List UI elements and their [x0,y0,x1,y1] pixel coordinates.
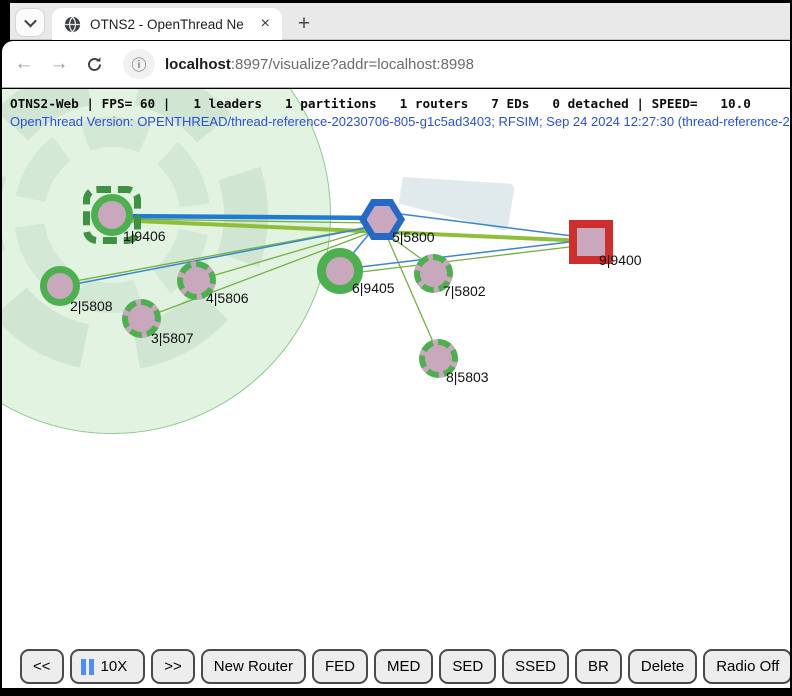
forward-icon: → [50,53,69,75]
br-button[interactable]: BR [575,649,622,684]
node-4-label: 4|5806 [206,290,249,306]
openthread-version-text: OpenThread Version: OPENTHREAD/thread-re… [10,114,790,129]
url-path: :8997/visualize?addr=localhost:8998 [231,56,474,73]
tab-strip: OTNS2 - OpenThread Ne × + [10,3,790,40]
node-7-label: 7|5802 [443,283,486,299]
tab-search-button[interactable] [15,8,45,37]
speed-up-button[interactable]: >> [151,649,195,684]
delete-button[interactable]: Delete [628,649,697,684]
tab-otns2[interactable]: OTNS2 - OpenThread Ne × [52,8,282,40]
speed-pause-button[interactable]: 10X [70,649,146,684]
url-host: localhost [165,56,231,73]
reload-button[interactable] [81,51,107,77]
info-icon: ⓘ [131,54,146,75]
simulation-status-text: OTNS2-Web | FPS= 60 | 1 leaders 1 partit… [10,96,751,111]
url-bar[interactable]: localhost:8997/visualize?addr=localhost:… [165,56,474,73]
browser-window: OTNS2 - OpenThread Ne × + ← → ⓘ localhos… [0,0,792,696]
node-2-label: 2|5808 [70,298,113,314]
node-9-label: 9|9400 [599,252,642,268]
tab-close-icon[interactable]: × [257,14,274,34]
new-tab-button[interactable]: + [290,10,318,38]
chevron-down-icon [24,15,37,28]
med-button[interactable]: MED [374,649,433,684]
simulation-canvas[interactable]: OTNS2-Web | FPS= 60 | 1 leaders 1 partit… [2,89,790,688]
speed-down-button[interactable]: << [20,649,64,684]
node-8-label: 8|5803 [446,369,489,385]
tab-title: OTNS2 - OpenThread Ne [90,17,252,32]
fed-button[interactable]: FED [312,649,368,684]
simulation-toolbar: << 10X >> New Router FED MED SED SSED BR… [20,649,790,684]
radio-off-button[interactable]: Radio Off [703,649,790,684]
reload-icon [86,56,103,73]
node-3-label: 3|5807 [151,330,194,346]
sed-button[interactable]: SED [439,649,496,684]
node-1-label: 1|9406 [123,228,166,244]
address-bar-row: ← → ⓘ localhost:8997/visualize?addr=loca… [2,41,790,88]
node-6-label: 6|9405 [352,280,395,296]
pause-icon [81,659,94,675]
globe-favicon-icon [64,16,81,33]
ssed-button[interactable]: SSED [502,649,569,684]
speed-label: 10X [101,658,128,675]
forward-button[interactable]: → [46,51,72,77]
back-icon: ← [15,53,34,75]
node-5-label: 5|5800 [392,229,435,245]
new-router-button[interactable]: New Router [201,649,306,684]
back-button[interactable]: ← [11,51,37,77]
site-info-button[interactable]: ⓘ [123,49,155,79]
links-layer [2,89,790,688]
